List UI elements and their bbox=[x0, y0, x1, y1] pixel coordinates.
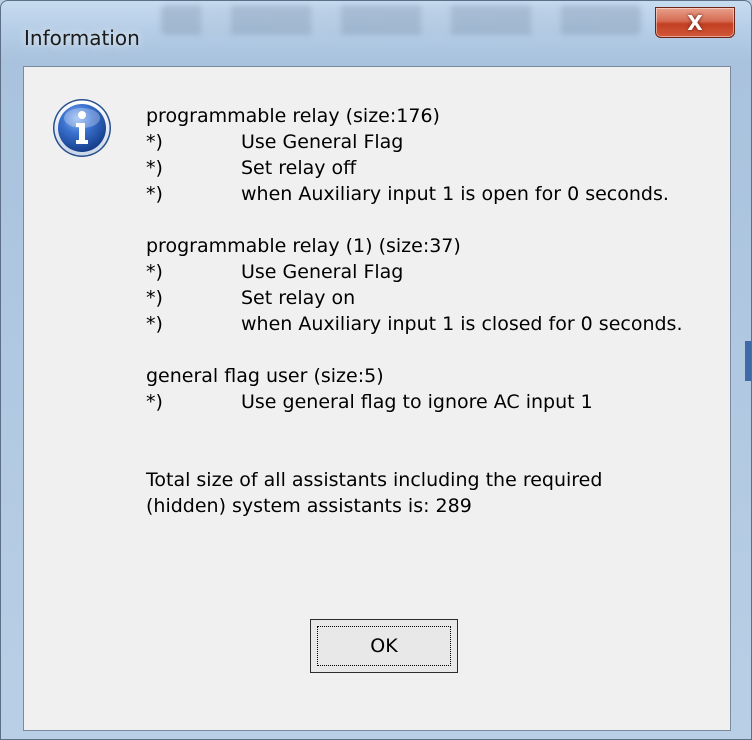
bullet: *) bbox=[146, 183, 163, 205]
window-title: Information bbox=[24, 26, 140, 50]
bullet: *) bbox=[146, 261, 163, 283]
close-icon: X bbox=[687, 10, 703, 35]
item-text: Use general flag to ignore AC input 1 bbox=[241, 391, 593, 413]
dialog-client-area: programmable relay (size:176) *) Use Gen… bbox=[23, 66, 731, 731]
list-item: *) Use general flag to ignore AC input 1 bbox=[146, 389, 736, 415]
list-item: *) Set relay off bbox=[146, 155, 736, 181]
ok-button-label: OK bbox=[370, 635, 398, 657]
title-bar[interactable]: Information X bbox=[1, 1, 751, 57]
total-size-line: Total size of all assistants including t… bbox=[146, 469, 603, 491]
total-size-line: (hidden) system assistants is: 289 bbox=[146, 495, 472, 517]
block-heading: programmable relay (1) (size:37) bbox=[146, 235, 461, 257]
information-icon bbox=[53, 99, 111, 157]
item-text: when Auxiliary input 1 is closed for 0 s… bbox=[241, 313, 683, 335]
item-text: when Auxiliary input 1 is open for 0 sec… bbox=[241, 183, 669, 205]
ok-button[interactable]: OK bbox=[310, 619, 458, 673]
bullet: *) bbox=[146, 313, 163, 335]
block-heading: programmable relay (size:176) bbox=[146, 105, 440, 127]
block-heading: general flag user (size:5) bbox=[146, 365, 384, 387]
list-item: *) Use General Flag bbox=[146, 259, 736, 285]
list-item: *) Use General Flag bbox=[146, 129, 736, 155]
background-window-edge bbox=[745, 341, 751, 381]
list-item: *) Set relay on bbox=[146, 285, 736, 311]
list-item: *) when Auxiliary input 1 is closed for … bbox=[146, 311, 736, 337]
bullet: *) bbox=[146, 391, 163, 413]
list-item: *) when Auxiliary input 1 is open for 0 … bbox=[146, 181, 736, 207]
message-text: programmable relay (size:176) *) Use Gen… bbox=[146, 103, 736, 519]
information-dialog: Information X programmable relay (size:1… bbox=[0, 0, 752, 740]
bullet: *) bbox=[146, 157, 163, 179]
bullet: *) bbox=[146, 287, 163, 309]
bullet: *) bbox=[146, 131, 163, 153]
item-text: Set relay off bbox=[241, 157, 357, 179]
focus-rectangle: OK bbox=[317, 626, 451, 666]
item-text: Use General Flag bbox=[241, 261, 404, 283]
close-button[interactable]: X bbox=[655, 7, 735, 38]
item-text: Use General Flag bbox=[241, 131, 404, 153]
item-text: Set relay on bbox=[241, 287, 356, 309]
